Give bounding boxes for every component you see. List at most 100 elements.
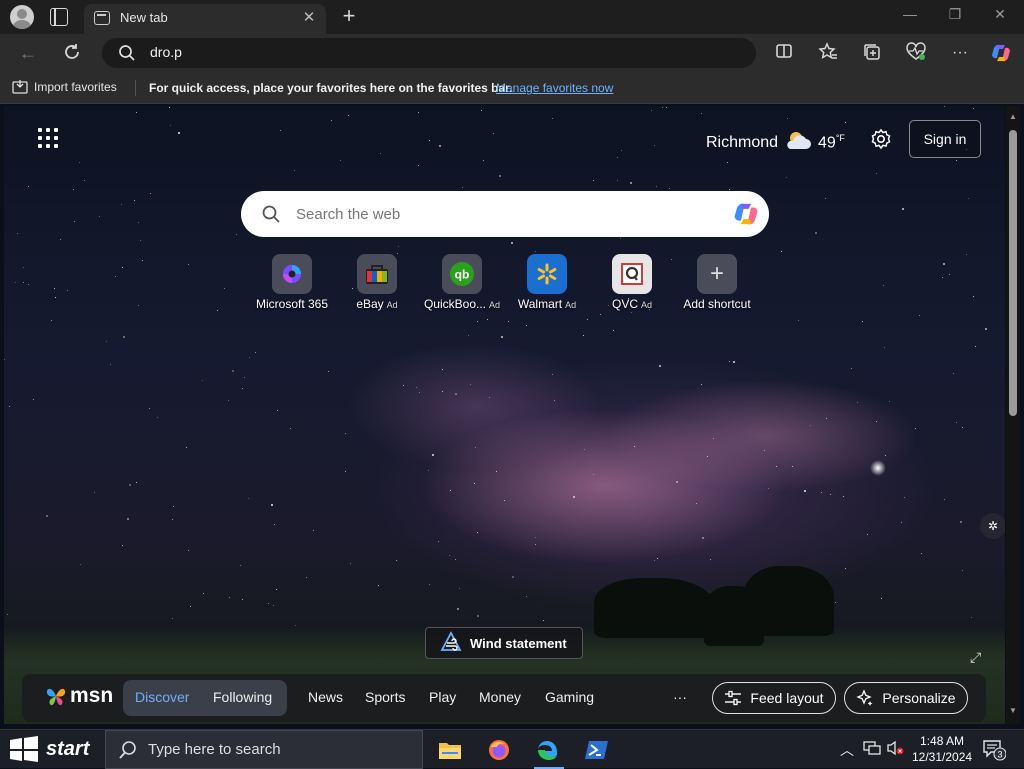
- weather-temp: 49°F: [818, 132, 845, 152]
- more-tabs-button[interactable]: ···: [673, 689, 687, 705]
- address-bar[interactable]: dro.p: [102, 38, 756, 68]
- weather-unit: °F: [835, 132, 845, 143]
- star: [881, 598, 882, 599]
- ad-badge: Ad: [565, 300, 577, 310]
- tab-gaming[interactable]: Gaming: [545, 689, 594, 705]
- star: [294, 170, 295, 171]
- minimize-button[interactable]: —: [900, 6, 920, 22]
- favorites-star-icon[interactable]: [817, 42, 839, 64]
- shortcut-quickbooks[interactable]: qb QuickBoo... Ad: [420, 254, 504, 311]
- star: [707, 456, 708, 457]
- tab-news[interactable]: News: [308, 689, 343, 705]
- personalize-button[interactable]: Personalize: [844, 682, 968, 714]
- star: [554, 400, 555, 401]
- tab-play[interactable]: Play: [429, 689, 456, 705]
- star: [902, 208, 904, 210]
- scrollbar-thumb[interactable]: [1009, 130, 1017, 416]
- firefox-icon[interactable]: [483, 734, 515, 766]
- refresh-button[interactable]: [61, 42, 83, 64]
- expand-icon[interactable]: ⤢: [970, 649, 981, 666]
- tab-following[interactable]: Following: [213, 689, 272, 705]
- star: [826, 418, 827, 419]
- shortcut-add[interactable]: + Add shortcut: [675, 254, 759, 311]
- start-button[interactable]: start: [8, 736, 89, 762]
- app-launcher-icon[interactable]: [38, 128, 58, 148]
- tab-money[interactable]: Money: [479, 689, 521, 705]
- shortcut-qvc[interactable]: QVC Ad: [590, 254, 674, 311]
- close-tab-icon[interactable]: ✕: [300, 8, 318, 26]
- copilot-icon[interactable]: [731, 200, 761, 233]
- msn-butterfly-icon: [46, 688, 66, 706]
- star: [46, 515, 48, 517]
- manage-favorites-link[interactable]: Manage favorites now: [496, 81, 613, 95]
- star: [973, 108, 974, 109]
- copilot-icon[interactable]: [990, 42, 1012, 64]
- star: [701, 384, 702, 385]
- star: [188, 550, 189, 551]
- msn-logo[interactable]: msn: [44, 684, 113, 708]
- search-icon: [261, 204, 281, 229]
- star: [290, 428, 291, 429]
- clock-time: 1:48 AM: [920, 734, 965, 748]
- star: [474, 483, 475, 484]
- ad-badge: Ad: [489, 300, 501, 310]
- star: [798, 320, 799, 321]
- star: [99, 216, 100, 217]
- star: [654, 145, 655, 146]
- split-screen-icon[interactable]: [773, 42, 795, 64]
- wind-statement-button[interactable]: Wind statement: [425, 627, 583, 659]
- star: [173, 506, 174, 507]
- back-button[interactable]: ←: [17, 42, 39, 64]
- collections-icon[interactable]: [861, 42, 883, 64]
- close-window-button[interactable]: ✕: [990, 6, 1010, 23]
- star: [186, 447, 187, 448]
- shortcut-walmart[interactable]: Walmart Ad: [505, 254, 589, 311]
- notification-center-icon[interactable]: 3: [982, 739, 1007, 766]
- file-explorer-icon[interactable]: [434, 734, 466, 766]
- volume-muted-icon[interactable]: [886, 740, 904, 759]
- restore-button[interactable]: ❐: [945, 6, 965, 23]
- star: [904, 497, 905, 498]
- browser-essentials-icon[interactable]: [905, 42, 927, 64]
- import-favorites-button[interactable]: Import favorites: [12, 80, 117, 94]
- star: [975, 346, 976, 347]
- tab-discover[interactable]: Discover: [135, 689, 189, 705]
- tab-sports[interactable]: Sports: [365, 689, 405, 705]
- new-tab-button[interactable]: +: [338, 4, 360, 28]
- star: [248, 498, 249, 499]
- profile-avatar[interactable]: [10, 5, 34, 29]
- taskbar-clock[interactable]: 1:48 AM 12/31/2024: [912, 733, 972, 765]
- powershell-icon[interactable]: [581, 734, 613, 766]
- shortcut-microsoft-365[interactable]: Microsoft 365: [250, 254, 334, 311]
- page-settings-gear-icon[interactable]: [870, 128, 892, 155]
- star: [123, 336, 125, 338]
- feed-layout-button[interactable]: Feed layout: [712, 682, 836, 714]
- shortcut-ebay[interactable]: eBay Ad: [335, 254, 419, 311]
- taskbar-search-box[interactable]: Type here to search: [105, 730, 423, 769]
- sign-in-button[interactable]: Sign in: [909, 120, 981, 158]
- newtab-page-icon: [94, 11, 110, 25]
- star: [662, 107, 663, 108]
- star: [419, 392, 420, 393]
- edge-icon[interactable]: [532, 734, 564, 769]
- shortcut-label: QuickBoo...: [423, 297, 486, 311]
- page-scrollbar[interactable]: ▲ ▼: [1006, 106, 1020, 724]
- star: [28, 186, 29, 187]
- tab-new-tab[interactable]: New tab ✕: [84, 4, 326, 34]
- quickbooks-icon: qb: [442, 254, 482, 294]
- settings-more-icon[interactable]: ···: [949, 42, 971, 64]
- address-input[interactable]: dro.p: [150, 44, 182, 60]
- tab-actions-icon[interactable]: [50, 8, 68, 26]
- star: [552, 374, 553, 375]
- star: [140, 240, 141, 241]
- show-hidden-icons-chevron-icon[interactable]: ︿: [840, 740, 854, 760]
- network-icon[interactable]: [863, 740, 881, 759]
- web-search-box[interactable]: Search the web: [241, 191, 769, 237]
- star: [792, 466, 793, 467]
- star: [79, 162, 80, 163]
- weather-widget[interactable]: Richmond 49°F: [706, 129, 845, 156]
- sparkle-icon[interactable]: ✲: [980, 513, 1005, 539]
- star: [857, 402, 858, 403]
- web-search-placeholder[interactable]: Search the web: [296, 206, 400, 223]
- star: [487, 319, 488, 320]
